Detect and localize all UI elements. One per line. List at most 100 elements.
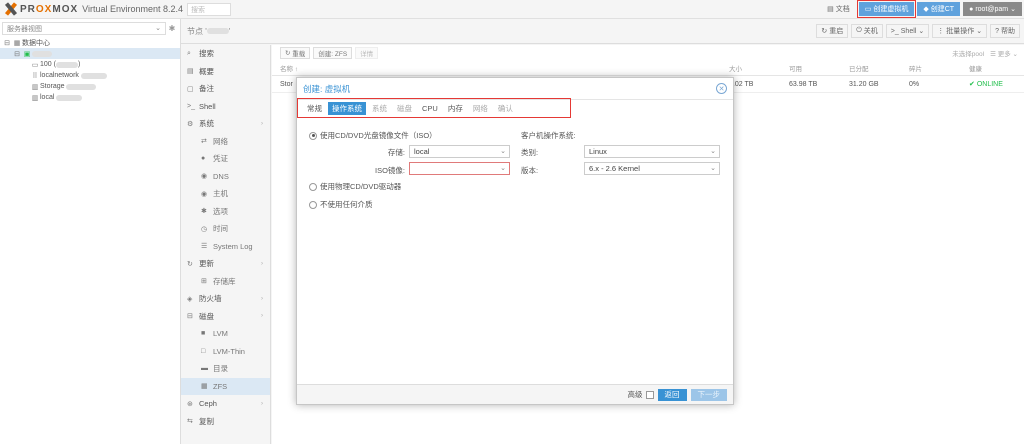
menu-item[interactable]: ▤ 概要 [181,63,270,81]
detail-button[interactable]: 详情 [355,47,379,59]
menu-item-label: 概要 [199,66,214,76]
menu-item[interactable]: >_ Shell [181,98,270,116]
wizard-tab[interactable]: 操作系统 [328,101,366,115]
menu-item[interactable]: ↻ 更新 › [181,255,270,273]
search-input[interactable]: 搜索 [187,2,232,16]
menu-item[interactable]: ✱ 选项 [181,203,270,221]
collapse-icon[interactable]: ⊟ [2,39,12,47]
radio-checked[interactable] [309,131,317,140]
menu-item[interactable]: ⊛ Ceph › [181,395,270,413]
collapse-icon[interactable]: ⊟ [12,50,22,58]
create-ct-button[interactable]: ◆ 创建CT [917,2,961,16]
chevron-down-icon: ⌄ [976,28,983,35]
help-icon: ? [995,27,999,35]
storage-icon: ▥ [31,83,39,91]
tree-datacenter[interactable]: ⊟ ▦ 数据中心 [0,37,180,48]
menu-item[interactable]: ◷ 时间 [181,220,270,238]
menu-item-label: 系统 [199,119,214,129]
certificate-icon: ● [201,155,206,163]
menu-item[interactable]: ⊞ 存储库 [181,273,270,291]
close-icon[interactable]: ✕ [716,83,727,94]
view-selector[interactable]: 服务器视图 ⌄ [2,21,166,35]
column-header[interactable]: 大小 [725,63,785,73]
menu-item[interactable]: ⚙ 系统 › [181,115,270,133]
gear-icon[interactable]: ✱ [166,24,178,33]
book-icon: ▤ [187,68,194,76]
chevron-down-icon: ⌄ [500,165,506,172]
chevron-right-icon[interactable]: › [261,313,263,319]
chevron-right-icon[interactable]: › [261,121,263,127]
chevron-right-icon[interactable]: › [261,261,263,267]
menu-item[interactable]: ☰ System Log [181,238,270,256]
menu-item[interactable]: □ LVM-Thin [181,343,270,361]
pool-status: 未选择pool [952,51,985,58]
documentation-button[interactable]: ▤ 文档 [821,2,856,16]
os-version-select[interactable]: 6.x - 2.6 Kernel ⌄ [584,162,720,175]
use-iso-option[interactable]: 使用CD/DVD光盘镜像文件（ISO） [309,130,437,141]
guest-os-heading: 客户机操作系统: [521,131,576,140]
wizard-tab[interactable]: 常规 [303,102,326,115]
bulk-actions-button[interactable]: ⋮ 批量操作 ⌄ [932,24,988,38]
more-button[interactable]: ☰ 更多 ⌄ [990,48,1018,58]
menu-item[interactable]: ● 凭证 [181,150,270,168]
create-vm-button[interactable]: ▭ 创建虚拟机 [856,0,917,18]
column-header[interactable]: 健康 [965,63,1020,73]
lvm-thin-icon: □ [201,347,206,355]
wizard-tab[interactable]: 网络 [469,102,492,115]
next-button[interactable]: 下一步 [690,388,727,401]
vm-icon: ▭ [31,61,39,69]
tree-item-vm[interactable]: ▭ 100 () [0,59,180,70]
storage-select[interactable]: local ⌄ [409,145,510,158]
iso-image-select[interactable]: ⌄ [409,162,510,175]
menu-item[interactable]: ◈ 防火墙 › [181,290,270,308]
menu-item[interactable]: ⊟ 磁盘 › [181,308,270,326]
wizard-tab[interactable]: 系统 [368,102,391,115]
wizard-tab[interactable]: CPU [418,102,442,115]
user-menu-button[interactable]: ● root@pam ⌄ [963,2,1022,16]
os-type-select[interactable]: Linux ⌄ [584,145,720,158]
create-zfs-button[interactable]: 创建: ZFS [313,47,353,59]
folder-icon: ▬ [201,365,208,373]
wizard-tab[interactable]: 确认 [494,102,517,115]
radio-unchecked[interactable] [309,200,317,209]
chevron-right-icon[interactable]: › [261,296,263,302]
shutdown-button[interactable]: ⏻ 关机 [851,24,883,38]
reboot-button[interactable]: ↻ 重启 [816,24,849,38]
reload-button[interactable]: ↻ 重载 [280,47,311,59]
menu-item-label: Ceph [199,399,217,409]
menu-item[interactable]: ▢ 备注 [181,80,270,98]
menu-item[interactable]: ■ LVM [181,325,270,343]
tree-node[interactable]: ⊟ ▣ [0,48,180,59]
tree-item-network[interactable]: ⠿ localnetwork [0,70,180,81]
menu-item[interactable]: ▦ ZFS [181,377,270,395]
tree-item-storage[interactable]: ▥ Storage [0,81,180,92]
menu-item[interactable]: ◉ DNS [181,168,270,186]
storage-icon: ▥ [31,94,39,102]
os-type-label: 类别: [521,148,539,157]
search-icon: ⌕ [187,49,191,57]
column-header[interactable]: 可用 [785,63,845,73]
ellipsis-icon: ⋮ [937,28,945,35]
menu-item[interactable]: ▬ 目录 [181,360,270,378]
back-button[interactable]: 返回 [657,388,687,401]
wizard-tab[interactable]: 磁盘 [393,102,416,115]
menu-item[interactable]: ⇄ 网络 [181,133,270,151]
menu-item[interactable]: ⇆ 复制 [181,413,270,431]
tree-item-local[interactable]: ▥ local [0,92,180,103]
chevron-right-icon[interactable]: › [261,401,263,407]
menu-item-label: 选项 [213,206,228,216]
help-button[interactable]: ? 帮助 [990,24,1020,38]
use-physical-drive-option[interactable]: 使用物理CD/DVD驱动器 [309,181,401,192]
radio-unchecked[interactable] [309,182,317,191]
column-header[interactable]: 已分配 [845,63,905,73]
menu-item[interactable]: ⌕ 搜索 [181,45,270,63]
advanced-checkbox[interactable] [645,390,654,399]
no-media-option[interactable]: 不使用任何介质 [309,199,373,210]
shell-button[interactable]: >_ Shell ⌄ [885,24,930,38]
column-header[interactable]: 碎片 [905,63,965,73]
wizard-tab[interactable]: 内存 [444,102,467,115]
menu-item[interactable]: ◉ 主机 [181,185,270,203]
column-header[interactable]: 名称 ↑ [272,63,725,73]
refresh-icon: ↻ [285,50,291,57]
advanced-toggle[interactable]: 高级 [628,389,654,400]
